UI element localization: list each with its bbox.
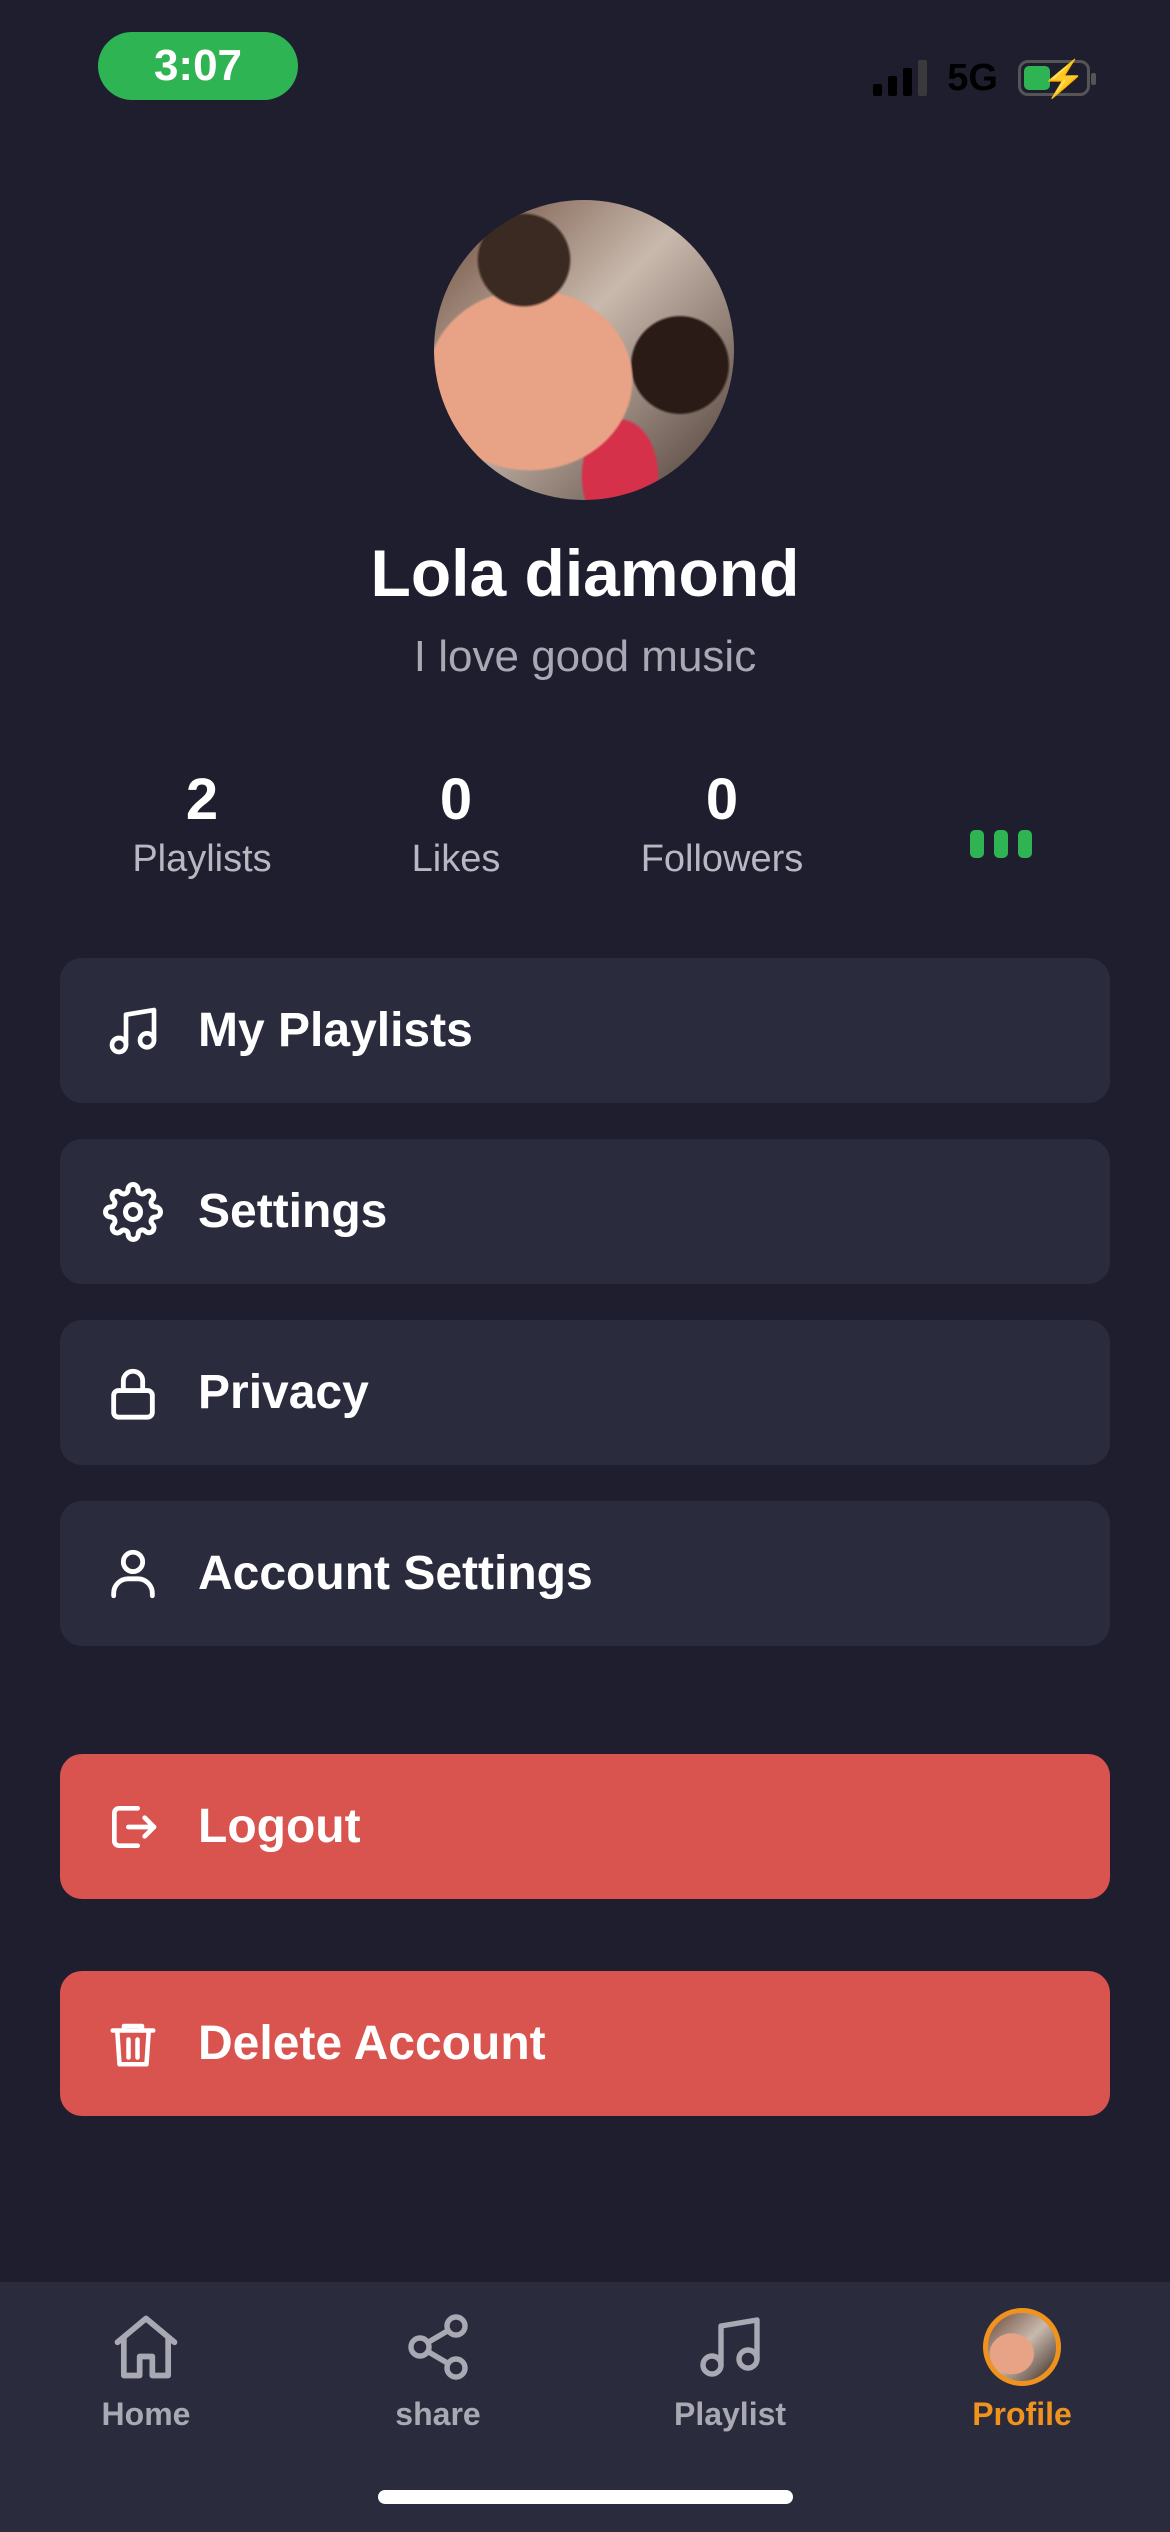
tab-profile[interactable]: Profile bbox=[922, 2302, 1122, 2433]
stat-label: Playlists bbox=[132, 838, 272, 880]
stat-value: 0 bbox=[439, 767, 473, 832]
menu-item-my-playlists[interactable]: My Playlists bbox=[60, 958, 1110, 1103]
tab-playlist[interactable]: Playlist bbox=[630, 2302, 830, 2433]
music-note-icon bbox=[98, 996, 168, 1066]
user-icon bbox=[98, 1539, 168, 1609]
stat-value: 2 bbox=[185, 767, 219, 832]
avatar bbox=[983, 2308, 1061, 2386]
music-note-icon bbox=[630, 2302, 830, 2392]
lock-icon bbox=[98, 1358, 168, 1428]
delete-account-label: Delete Account bbox=[198, 2017, 546, 2070]
status-time: 3:07 bbox=[98, 32, 298, 100]
delete-account-button[interactable]: Delete Account bbox=[60, 1971, 1110, 2116]
logout-button[interactable]: Logout bbox=[60, 1754, 1110, 1899]
profile-stats: 2 Playlists 0 Likes 0 Followers bbox=[0, 765, 1170, 885]
logout-icon bbox=[98, 1792, 168, 1862]
menu-item-label: Privacy bbox=[198, 1366, 369, 1419]
share-icon bbox=[338, 2302, 538, 2392]
menu-item-label: Settings bbox=[198, 1185, 388, 1238]
home-indicator[interactable] bbox=[378, 2490, 793, 2504]
signal-icon bbox=[873, 60, 928, 96]
status-bar: 3:07 5G ⚡ bbox=[0, 0, 1170, 140]
profile-name: Lola diamond bbox=[370, 536, 800, 610]
more-options-icon[interactable] bbox=[970, 830, 1032, 858]
battery-icon: ⚡ bbox=[1018, 59, 1096, 99]
stat-playlists[interactable]: 2 Playlists bbox=[82, 765, 322, 883]
status-indicators: 5G ⚡ bbox=[873, 50, 1096, 106]
network-type: 5G bbox=[947, 56, 998, 99]
stat-label: Likes bbox=[411, 838, 501, 880]
gear-icon bbox=[98, 1177, 168, 1247]
logout-label: Logout bbox=[198, 1800, 361, 1853]
profile-avatar[interactable] bbox=[434, 200, 734, 500]
profile-bio: I love good music bbox=[413, 632, 757, 681]
menu-item-settings[interactable]: Settings bbox=[60, 1139, 1110, 1284]
menu-item-privacy[interactable]: Privacy bbox=[60, 1320, 1110, 1465]
stat-label: Followers bbox=[640, 838, 804, 880]
tab-home[interactable]: Home bbox=[46, 2302, 246, 2433]
stat-value: 0 bbox=[705, 767, 739, 832]
menu-item-label: My Playlists bbox=[198, 1004, 473, 1057]
menu-item-account-settings[interactable]: Account Settings bbox=[60, 1501, 1110, 1646]
stat-followers[interactable]: 0 Followers bbox=[602, 765, 842, 883]
home-icon bbox=[46, 2302, 246, 2392]
tab-label: Home bbox=[101, 2396, 191, 2432]
trash-icon bbox=[98, 2009, 168, 2079]
tab-label: share bbox=[395, 2396, 481, 2432]
stat-likes[interactable]: 0 Likes bbox=[336, 765, 576, 883]
menu-item-label: Account Settings bbox=[198, 1547, 593, 1600]
tab-label: Playlist bbox=[673, 2396, 787, 2432]
tab-share[interactable]: share bbox=[338, 2302, 538, 2433]
tab-label: Profile bbox=[972, 2396, 1072, 2432]
